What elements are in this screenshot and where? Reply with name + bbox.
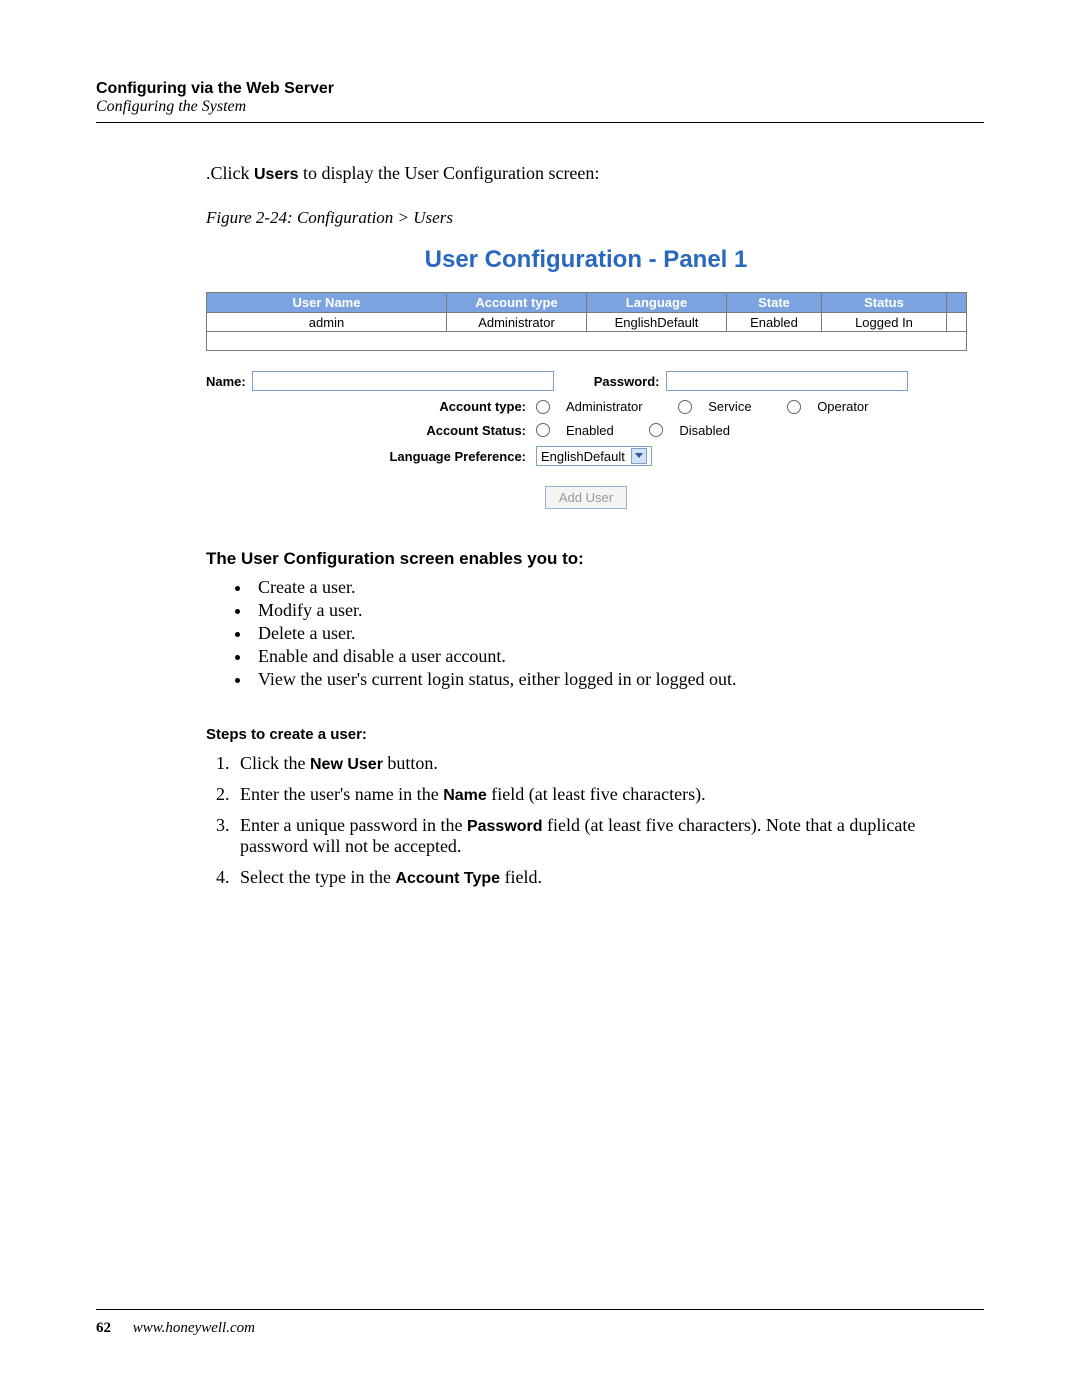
enables-heading: The User Configuration screen enables yo… [206,549,984,569]
list-item: View the user's current login status, ei… [252,669,984,690]
radio-enabled[interactable] [536,423,550,437]
footer-url: www.honeywell.com [133,1320,255,1336]
step-bold: Name [443,787,487,804]
password-input[interactable] [666,371,908,391]
step-bold: Password [467,818,543,835]
step-text: field (at least five characters). [487,784,706,804]
opt-enabled: Enabled [566,423,614,438]
panel-title: User Configuration - Panel 1 [206,246,966,274]
name-label: Name: [206,374,246,389]
user-table: User Name Account type Language State St… [206,292,967,351]
step-item: Click the New User button. [234,753,984,774]
account-status-label: Account Status: [406,423,526,438]
header-rule [96,122,984,123]
language-pref-value: EnglishDefault [541,449,625,464]
radio-administrator[interactable] [536,400,550,414]
page-number: 62 [96,1320,111,1336]
add-user-button[interactable]: Add User [545,486,627,509]
step-bold: New User [310,756,383,773]
cell-username: admin [207,313,447,332]
th-username: User Name [207,293,447,313]
cell-language: EnglishDefault [587,313,727,332]
intro-prefix: .Click [206,163,254,183]
th-blank [947,293,967,313]
step-text: field. [500,867,542,887]
table-empty-area [207,332,967,351]
cell-account-type: Administrator [447,313,587,332]
intro-suffix: to display the User Configuration screen… [298,163,599,183]
cell-blank [947,313,967,332]
account-type-options: Administrator Service Operator [536,399,901,415]
list-item: Enable and disable a user account. [252,646,984,667]
steps-heading: Steps to create a user: [206,726,984,743]
language-pref-select[interactable]: EnglishDefault [536,446,652,466]
th-state: State [727,293,822,313]
step-text: Click the [240,753,310,773]
account-status-options: Enabled Disabled [536,423,762,439]
step-text: Enter the user's name in the [240,784,443,804]
th-account-type: Account type [447,293,587,313]
figure-caption: Figure 2-24: Configuration > Users [206,208,984,228]
step-text: Select the type in the [240,867,395,887]
table-row[interactable]: admin Administrator EnglishDefault Enabl… [207,313,967,332]
account-type-label: Account type: [406,399,526,414]
radio-service[interactable] [678,400,692,414]
cell-status: Logged In [822,313,947,332]
steps-list: Click the New User button. Enter the use… [234,753,984,888]
cell-state: Enabled [727,313,822,332]
list-item: Modify a user. [252,600,984,621]
radio-operator[interactable] [787,400,801,414]
opt-administrator: Administrator [566,399,643,414]
name-input[interactable] [252,371,554,391]
footer-rule [96,1309,984,1310]
step-item: Select the type in the Account Type fiel… [234,867,984,888]
th-language: Language [587,293,727,313]
form-area: Name: Password: Account type: Administra… [206,371,966,509]
step-item: Enter a unique password in the Password … [234,815,984,857]
list-item: Delete a user. [252,623,984,644]
opt-disabled: Disabled [679,423,730,438]
password-label: Password: [594,374,660,389]
page-header: Configuring via the Web Server Configuri… [96,80,984,123]
opt-operator: Operator [817,399,868,414]
enables-list: Create a user. Modify a user. Delete a u… [252,577,984,690]
list-item: Create a user. [252,577,984,598]
intro-link-word: Users [254,166,298,183]
header-title: Configuring via the Web Server [96,80,984,98]
chevron-down-icon [631,448,647,464]
page-footer: 62 www.honeywell.com [96,1301,984,1337]
step-text: button. [383,753,438,773]
header-subtitle: Configuring the System [96,98,984,116]
language-pref-label: Language Preference: [366,449,526,464]
step-bold: Account Type [395,870,500,887]
opt-service: Service [708,399,751,414]
th-status: Status [822,293,947,313]
step-item: Enter the user's name in the Name field … [234,784,984,805]
step-text: Enter a unique password in the [240,815,467,835]
user-config-screenshot: User Configuration - Panel 1 User Name A… [206,246,966,509]
radio-disabled[interactable] [649,423,663,437]
intro-text: .Click Users to display the User Configu… [206,163,984,184]
